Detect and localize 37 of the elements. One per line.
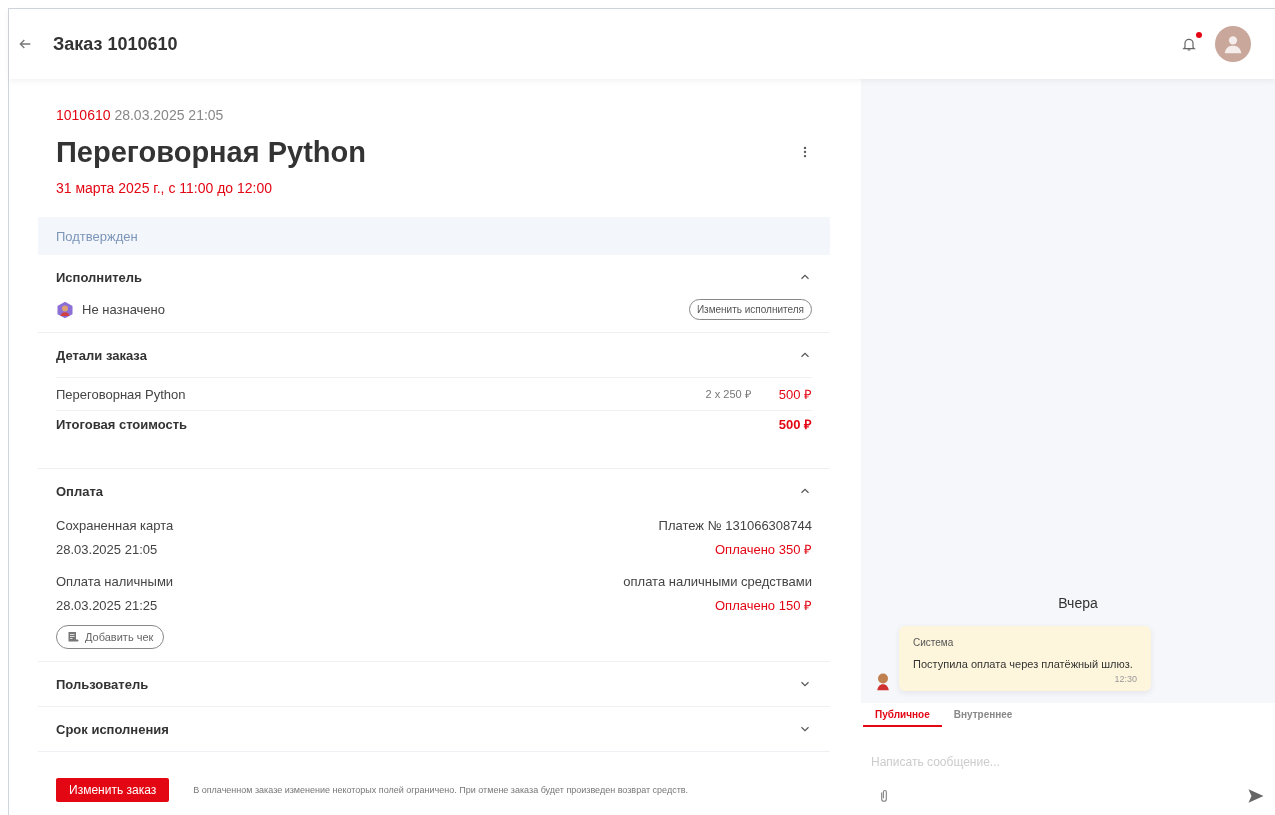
receipt-icon (67, 631, 79, 644)
footer-note: В оплаченном заказе изменение некоторых полей ограничено. При отмене заказа будет произведен возврат средств. (193, 783, 689, 797)
payment-amount: Оплачено 350 ₽ (715, 540, 812, 559)
message-text: Поступила оплата через платёжный шлюз. (913, 657, 1134, 672)
status-bar: Подтвержден (38, 217, 830, 256)
total-label: Итоговая стоимость (56, 416, 188, 434)
payment-amount: Оплачено 150 ₽ (715, 596, 812, 615)
section-header[interactable]: Пользователь (56, 662, 812, 707)
page-title: Заказ 1010610 (53, 32, 178, 56)
chat-tab[interactable]: Внутреннее (941, 703, 1025, 727)
person-icon (56, 300, 74, 319)
payment-info: оплата наличными средствами (623, 572, 812, 591)
payment-date: 28.03.2025 21:25 (56, 596, 158, 615)
section-header[interactable]: Детали заказа (56, 333, 812, 378)
item-name: Переговорная Python (56, 385, 187, 404)
edit-order-button[interactable]: Изменить заказ (56, 778, 170, 803)
message-time: 12:30 (1113, 672, 1137, 686)
day-label: Вчера (1057, 594, 1099, 613)
chat-tab[interactable]: Публичное (863, 703, 942, 727)
payment-date: 28.03.2025 21:05 (56, 540, 158, 559)
order-title: Переговорная Python (56, 135, 366, 170)
payment-method: Сохраненная карта (56, 516, 174, 535)
item-quantity: 2 x 250 ₽ (705, 387, 751, 402)
bell-icon (1181, 36, 1197, 52)
section-header[interactable]: Оплата (56, 469, 812, 514)
payment-info: Платеж № 131066308744 (658, 516, 812, 535)
order-schedule: 31 марта 2025 г., с 11:00 до 12:00 (55, 179, 274, 199)
item-price: 500 ₽ (778, 385, 812, 404)
order-number: 1010610 (56, 107, 111, 123)
payment-method: Оплата наличными (56, 572, 174, 591)
order-date: 28.03.2025 21:05 (114, 107, 224, 123)
section-header[interactable]: Срок исполнения (56, 707, 812, 752)
message-author: Система (913, 636, 955, 650)
executor-name: Не назначено (82, 301, 165, 319)
section-header[interactable]: Исполнитель (56, 255, 812, 300)
total-price: 500 ₽ (778, 416, 812, 434)
send-icon[interactable] (1247, 787, 1265, 805)
